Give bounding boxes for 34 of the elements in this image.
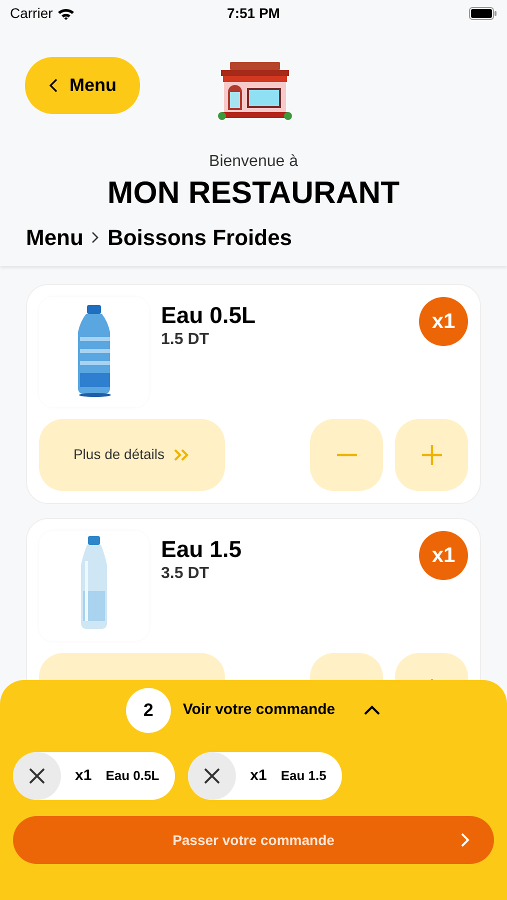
clock: 7:51 PM	[227, 4, 280, 23]
close-icon	[28, 767, 46, 785]
plus-icon	[420, 444, 442, 466]
order-count: 2	[126, 688, 171, 733]
product-name: Eau 1.5	[161, 534, 242, 564]
remove-button[interactable]	[188, 752, 236, 800]
chevron-left-icon	[48, 78, 58, 92]
double-chevron-icon	[172, 448, 191, 462]
order-toggle-label: Voir votre commande	[182, 700, 336, 720]
close-icon	[203, 767, 222, 785]
carrier-label: Carrier	[10, 4, 53, 23]
remove-button[interactable]	[13, 752, 61, 800]
welcome-text: Bienvenue à	[209, 152, 298, 172]
restaurant-icon	[218, 62, 292, 120]
restaurant-name: MON RESTAURANT	[107, 174, 400, 212]
breadcrumb-item[interactable]: Menu	[26, 220, 84, 254]
breadcrumb-item: Boissons Froides	[107, 224, 292, 252]
details-button[interactable]: Plus de détails	[39, 418, 225, 491]
product-price: 3.5 DT	[161, 564, 210, 584]
quantity-badge: x1	[419, 296, 468, 346]
chip-name: Eau 0.5L	[106, 767, 160, 786]
quantity-badge: x1	[419, 530, 468, 580]
chevron-right-icon	[91, 230, 100, 244]
minus-icon	[336, 452, 358, 457]
product-name: Eau 0.5L	[161, 300, 256, 330]
battery-icon	[469, 7, 497, 20]
order-toggle[interactable]: 2 Voir votre commande	[126, 688, 382, 733]
chip-quantity: x1	[75, 766, 92, 786]
chevron-right-icon	[460, 832, 470, 848]
product-price: 1.5 DT	[161, 330, 210, 350]
back-button[interactable]: Menu	[25, 56, 140, 114]
wifi-icon	[56, 7, 75, 20]
chip-quantity: x1	[250, 766, 267, 786]
chip-name: Eau 1.5	[280, 767, 326, 786]
